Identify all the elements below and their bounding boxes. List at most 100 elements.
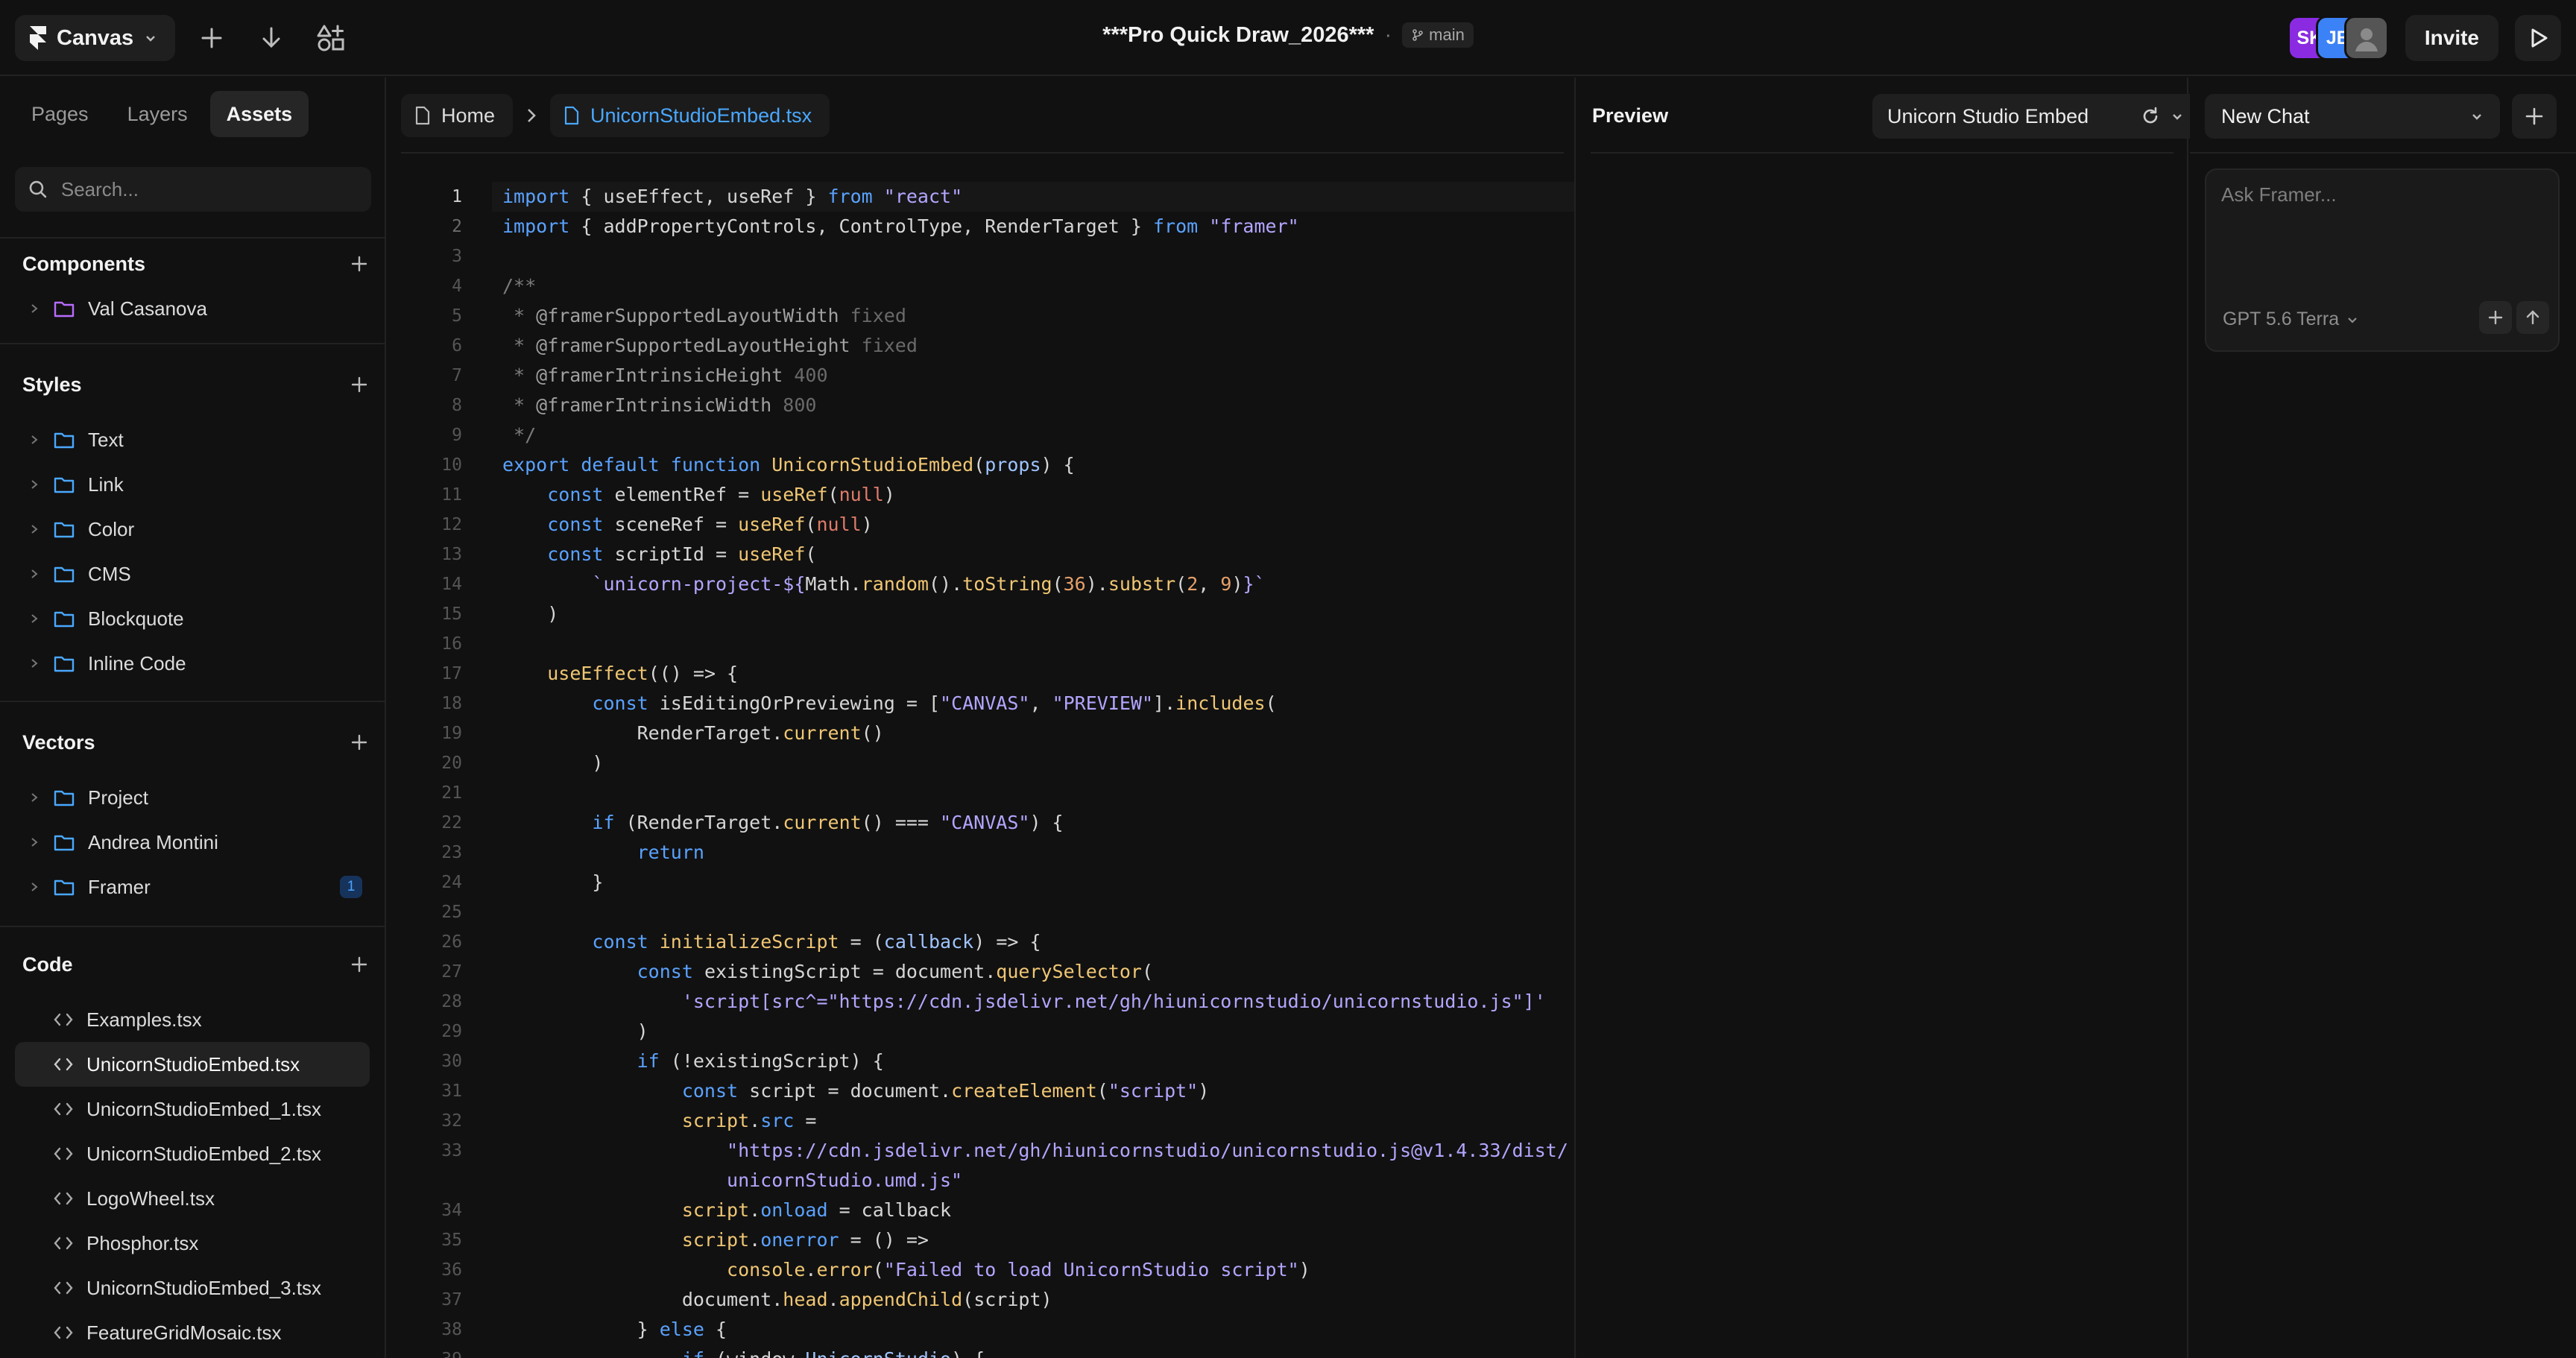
- style-item-text[interactable]: Text: [0, 417, 385, 462]
- code-file-label: Examples.tsx: [86, 1008, 202, 1031]
- code-file-examples[interactable]: Examples.tsx: [0, 997, 385, 1042]
- tab-assets[interactable]: Assets: [209, 91, 309, 137]
- code-text: ): [502, 752, 604, 774]
- line-number: 23: [441, 843, 462, 862]
- chat-divider: [2190, 152, 2576, 154]
- code-text: ): [502, 1020, 648, 1042]
- code-text: script.onload = callback: [681, 1199, 952, 1221]
- line-number: 37: [441, 1290, 462, 1310]
- branch-chip[interactable]: main: [1402, 22, 1474, 48]
- code-file-phosphor[interactable]: Phosphor.tsx: [0, 1221, 385, 1266]
- line-number: 17: [441, 664, 462, 683]
- style-label: CMS: [88, 562, 131, 585]
- style-item-color[interactable]: Color: [0, 507, 385, 552]
- asset-search: [15, 167, 371, 212]
- folder-icon: [54, 432, 75, 449]
- send-button[interactable]: [2516, 301, 2549, 334]
- vector-item-framer[interactable]: Framer 1: [0, 865, 385, 909]
- breadcrumb: Home UnicornStudioEmbed.tsx: [401, 94, 830, 137]
- style-item-blockquote[interactable]: Blockquote: [0, 596, 385, 641]
- preview-panel: Preview Unicorn Studio Embed: [1577, 78, 2199, 1358]
- add-style-plus-icon[interactable]: [350, 376, 368, 394]
- attach-button[interactable]: [2479, 301, 2512, 334]
- new-chat-button[interactable]: [2512, 94, 2557, 139]
- code-line: 17 useEffect(() => {: [388, 659, 1574, 689]
- project-title[interactable]: ***Pro Quick Draw_2026***: [1102, 23, 1374, 48]
- style-item-cms[interactable]: CMS: [0, 552, 385, 596]
- line-number: 31: [441, 1081, 462, 1101]
- line-number: 13: [441, 545, 462, 564]
- left-sidebar: Pages Layers Assets Components Val Casan…: [0, 78, 386, 1358]
- code-line: 22 if (RenderTarget.current() === "CANVA…: [388, 808, 1574, 838]
- code-line: 30 if (!existingScript) {: [388, 1046, 1574, 1076]
- code-text: } else {: [502, 1318, 727, 1340]
- code-file-featuregridmosaic[interactable]: FeatureGridMosaic.tsx: [0, 1310, 385, 1355]
- styles-section: Styles Text Link Color CMS Blockquote In…: [0, 362, 385, 686]
- code-line: 12 const sceneRef = useRef(null): [388, 510, 1574, 540]
- line-number: 19: [441, 724, 462, 743]
- code-line: 8 * @framerIntrinsicWidth 800: [388, 391, 1574, 420]
- code-line: 18 const isEditingOrPreviewing = ["CANVA…: [388, 689, 1574, 719]
- line-number: 27: [441, 962, 462, 982]
- preview-play-button[interactable]: [2515, 15, 2561, 61]
- folder-icon: [54, 522, 75, 538]
- branch-name: main: [1429, 25, 1465, 44]
- add-component-plus-icon[interactable]: [350, 255, 368, 273]
- code-file-label: UnicornStudioEmbed_2.tsx: [86, 1142, 322, 1165]
- style-item-link[interactable]: Link: [0, 462, 385, 507]
- code-line: 38 } else {: [388, 1315, 1574, 1345]
- vectors-section: Vectors Project Andrea Montini Framer 1: [0, 720, 385, 909]
- section-divider: [0, 926, 385, 927]
- search-input[interactable]: [60, 177, 358, 201]
- code-line: 4 /**: [388, 271, 1574, 301]
- code-file-icon: [54, 1013, 73, 1026]
- model-select[interactable]: GPT 5.6 Terra: [2223, 309, 2358, 330]
- add-vector-plus-icon[interactable]: [350, 733, 368, 751]
- chevron-down-icon: [2348, 317, 2357, 323]
- collaborator-avatars: SK JB: [2287, 16, 2389, 60]
- title-separator: ·: [1384, 22, 1392, 47]
- line-number: 8: [452, 396, 462, 415]
- breadcrumb-file[interactable]: UnicornStudioEmbed.tsx: [550, 94, 830, 137]
- code-file-logowheel[interactable]: LogoWheel.tsx: [0, 1176, 385, 1221]
- line-number: 25: [441, 903, 462, 922]
- tab-pages[interactable]: Pages: [15, 91, 105, 137]
- chevron-right-icon: [31, 793, 38, 802]
- chat-compose-box: GPT 5.6 Terra: [2205, 168, 2560, 352]
- preview-divider: [1591, 152, 2174, 154]
- folder-icon: [54, 477, 75, 493]
- code-file-unicornstudioembed-3[interactable]: UnicornStudioEmbed_3.tsx: [0, 1266, 385, 1310]
- plus-icon: [2488, 310, 2503, 325]
- code-line: 20 ): [388, 748, 1574, 778]
- code-file-unicornstudioembed-2[interactable]: UnicornStudioEmbed_2.tsx: [0, 1131, 385, 1176]
- code-file-unicornstudioembed-1[interactable]: UnicornStudioEmbed_1.tsx: [0, 1087, 385, 1131]
- style-item-inline-code[interactable]: Inline Code: [0, 641, 385, 686]
- code-file-unicornstudioembed[interactable]: UnicornStudioEmbed.tsx: [15, 1042, 370, 1087]
- chat-input[interactable]: [2221, 183, 2542, 273]
- tab-layers[interactable]: Layers: [111, 91, 204, 137]
- vector-label: Framer: [88, 875, 151, 898]
- invite-button[interactable]: Invite: [2405, 15, 2498, 61]
- chevron-right-icon: [31, 304, 38, 313]
- refresh-preview-button[interactable]: [2129, 94, 2172, 139]
- page-icon: [415, 106, 430, 125]
- line-number: 15: [441, 604, 462, 624]
- breadcrumb-home-label: Home: [441, 104, 496, 127]
- editor-divider: [401, 152, 1564, 154]
- code-line: 13 const scriptId = useRef(: [388, 540, 1574, 569]
- folder-icon: [54, 611, 75, 628]
- breadcrumb-home[interactable]: Home: [401, 94, 514, 137]
- code-area[interactable]: 1 import { useEffect, useRef } from "reac…: [388, 182, 1574, 1358]
- model-label: GPT 5.6 Terra: [2223, 309, 2340, 329]
- vector-item-andrea-montini[interactable]: Andrea Montini: [0, 820, 385, 865]
- avatar-photo[interactable]: [2343, 16, 2389, 60]
- chat-select[interactable]: New Chat: [2205, 94, 2500, 139]
- code-text: import { useEffect, useRef } from "react…: [502, 186, 963, 207]
- add-code-plus-icon[interactable]: [350, 956, 368, 973]
- vector-item-project[interactable]: Project: [0, 775, 385, 820]
- component-item[interactable]: Val Casanova: [0, 286, 385, 331]
- folder-icon: [54, 566, 75, 583]
- code-text: /**: [502, 275, 537, 297]
- code-line: 24 }: [388, 868, 1574, 897]
- code-text: `unicorn-project-${Math.random().toStrin…: [592, 573, 1266, 595]
